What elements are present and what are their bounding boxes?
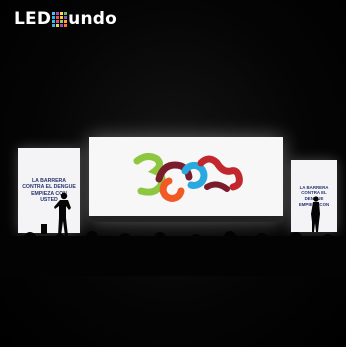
silhouettes-layer bbox=[0, 192, 346, 276]
photo-scene: LED undo LA BARRERA CONTRA EL DENGUE EMP… bbox=[0, 0, 346, 347]
speaker-silhouette-right bbox=[311, 196, 320, 232]
speaker-silhouette-left bbox=[41, 192, 71, 236]
audience-silhouettes bbox=[0, 231, 346, 276]
